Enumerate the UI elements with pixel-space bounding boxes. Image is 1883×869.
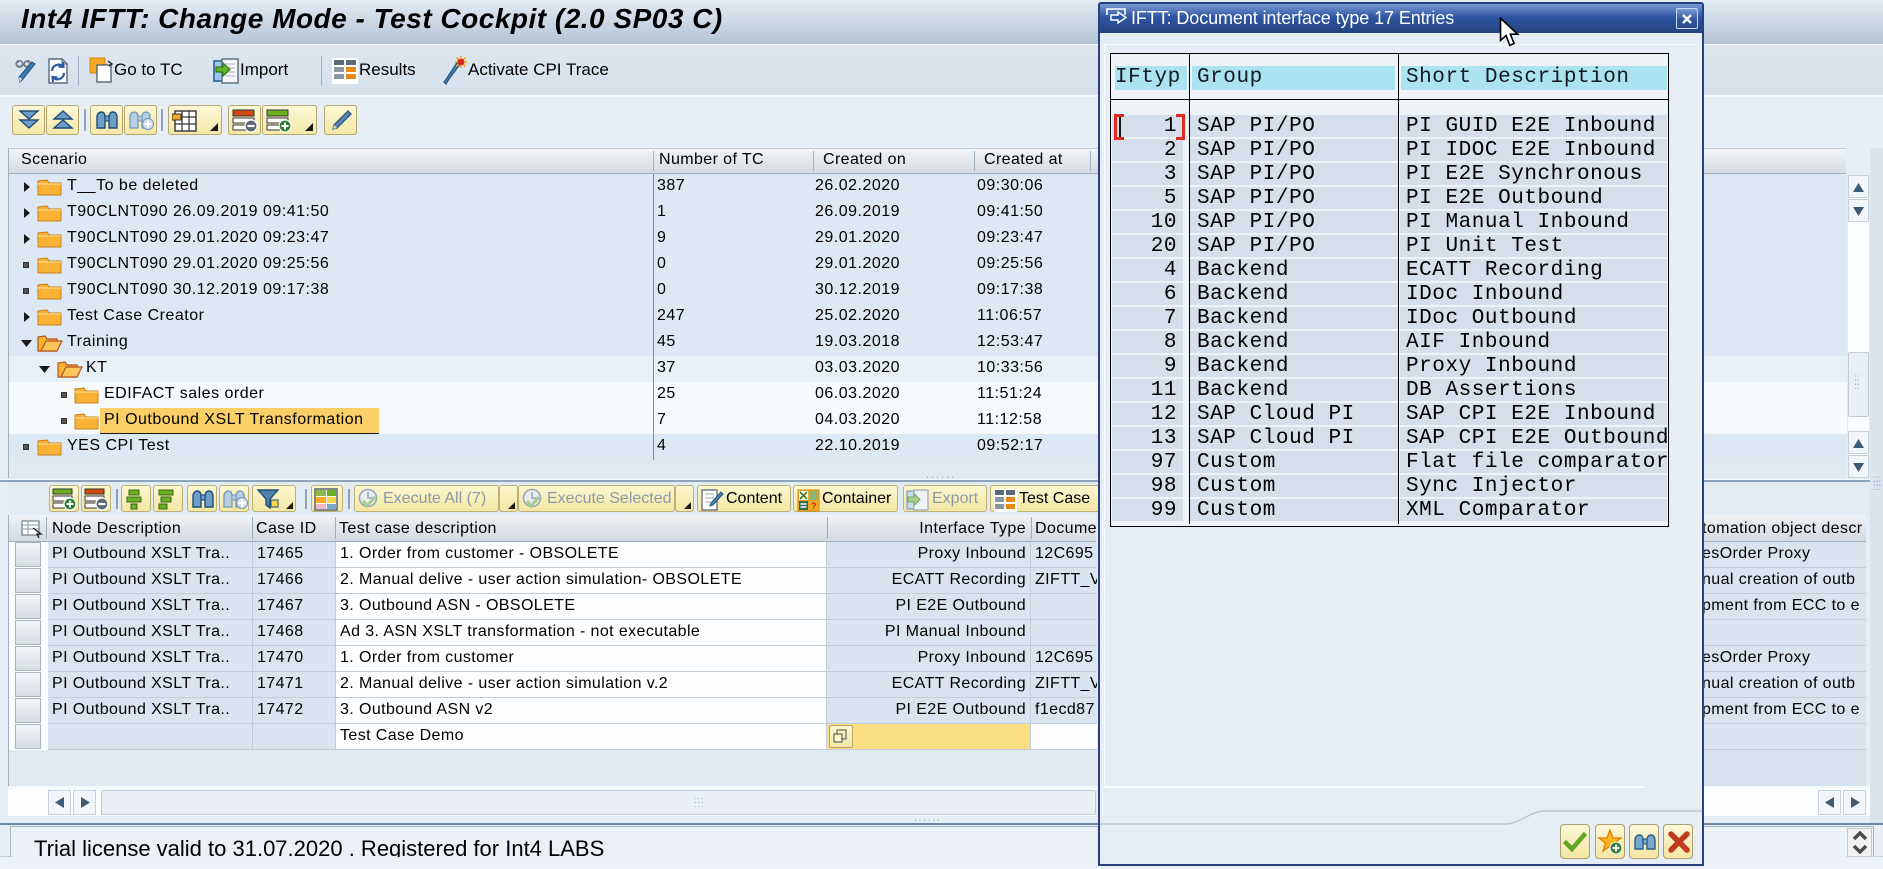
- svg-text:?: ?: [811, 501, 817, 511]
